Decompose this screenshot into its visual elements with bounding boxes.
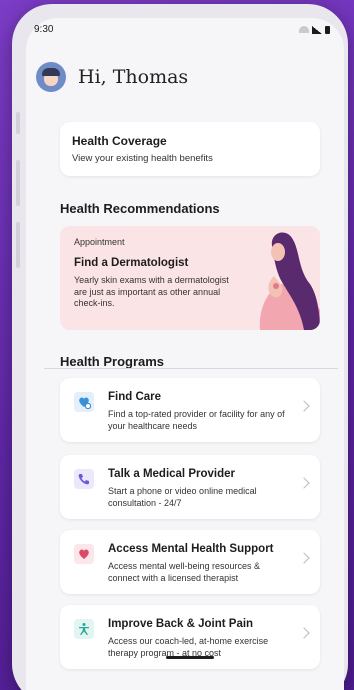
recommendations-title: Health Recommendations bbox=[60, 201, 220, 216]
dermatologist-recommendation-card[interactable]: Appointment Find a Dermatologist Yearly … bbox=[60, 226, 320, 330]
find-care-icon bbox=[74, 392, 94, 412]
greeting-text: Hi, Thomas bbox=[78, 66, 189, 88]
wifi-icon bbox=[299, 26, 309, 33]
chevron-right-icon bbox=[298, 400, 310, 412]
chevron-right-icon bbox=[298, 477, 310, 489]
heart-icon bbox=[74, 544, 94, 564]
divider bbox=[44, 368, 338, 369]
exercise-icon bbox=[74, 619, 94, 639]
avatar[interactable] bbox=[36, 62, 66, 92]
program-title: Access Mental Health Support bbox=[108, 543, 274, 555]
program-title: Improve Back & Joint Pain bbox=[108, 618, 254, 630]
phone-icon bbox=[74, 469, 94, 489]
status-bar: 9:30 bbox=[34, 24, 330, 35]
recommendation-title: Find a Dermatologist bbox=[74, 257, 189, 269]
program-title: Find Care bbox=[108, 391, 162, 403]
program-subtitle: Access mental well-being resources & con… bbox=[108, 561, 261, 583]
program-title: Talk a Medical Provider bbox=[108, 468, 235, 480]
phone-side-button bbox=[16, 112, 20, 134]
program-mental-health[interactable]: Access Mental Health Support Access ment… bbox=[60, 530, 320, 594]
recommendation-tag: Appointment bbox=[74, 237, 125, 247]
home-indicator[interactable] bbox=[166, 656, 214, 659]
greeting: Hi, Thomas bbox=[36, 62, 188, 92]
programs-title: Health Programs bbox=[60, 354, 165, 369]
battery-icon bbox=[325, 25, 330, 34]
chevron-right-icon bbox=[298, 552, 310, 564]
program-back-joint[interactable]: Improve Back & Joint Pain Access our coa… bbox=[60, 605, 320, 669]
chevron-right-icon bbox=[298, 627, 310, 639]
status-time: 9:30 bbox=[34, 24, 54, 35]
program-find-care[interactable]: Find Care Find a top-rated provider or f… bbox=[60, 378, 320, 442]
signal-icon bbox=[312, 25, 322, 34]
program-subtitle: Find a top-rated provider or facility fo… bbox=[108, 409, 285, 431]
health-coverage-title: Health Coverage bbox=[72, 134, 167, 148]
phone-side-button bbox=[16, 222, 20, 268]
program-subtitle: Start a phone or video online medical co… bbox=[108, 486, 257, 508]
health-coverage-card[interactable]: Health Coverage View your existing healt… bbox=[60, 122, 320, 176]
woman-illustration bbox=[259, 232, 320, 330]
health-coverage-subtitle: View your existing health benefits bbox=[72, 153, 213, 164]
recommendation-body: Yearly skin exams with a dermatologist a… bbox=[74, 275, 229, 308]
phone-side-button bbox=[16, 160, 20, 206]
program-talk-provider[interactable]: Talk a Medical Provider Start a phone or… bbox=[60, 455, 320, 519]
